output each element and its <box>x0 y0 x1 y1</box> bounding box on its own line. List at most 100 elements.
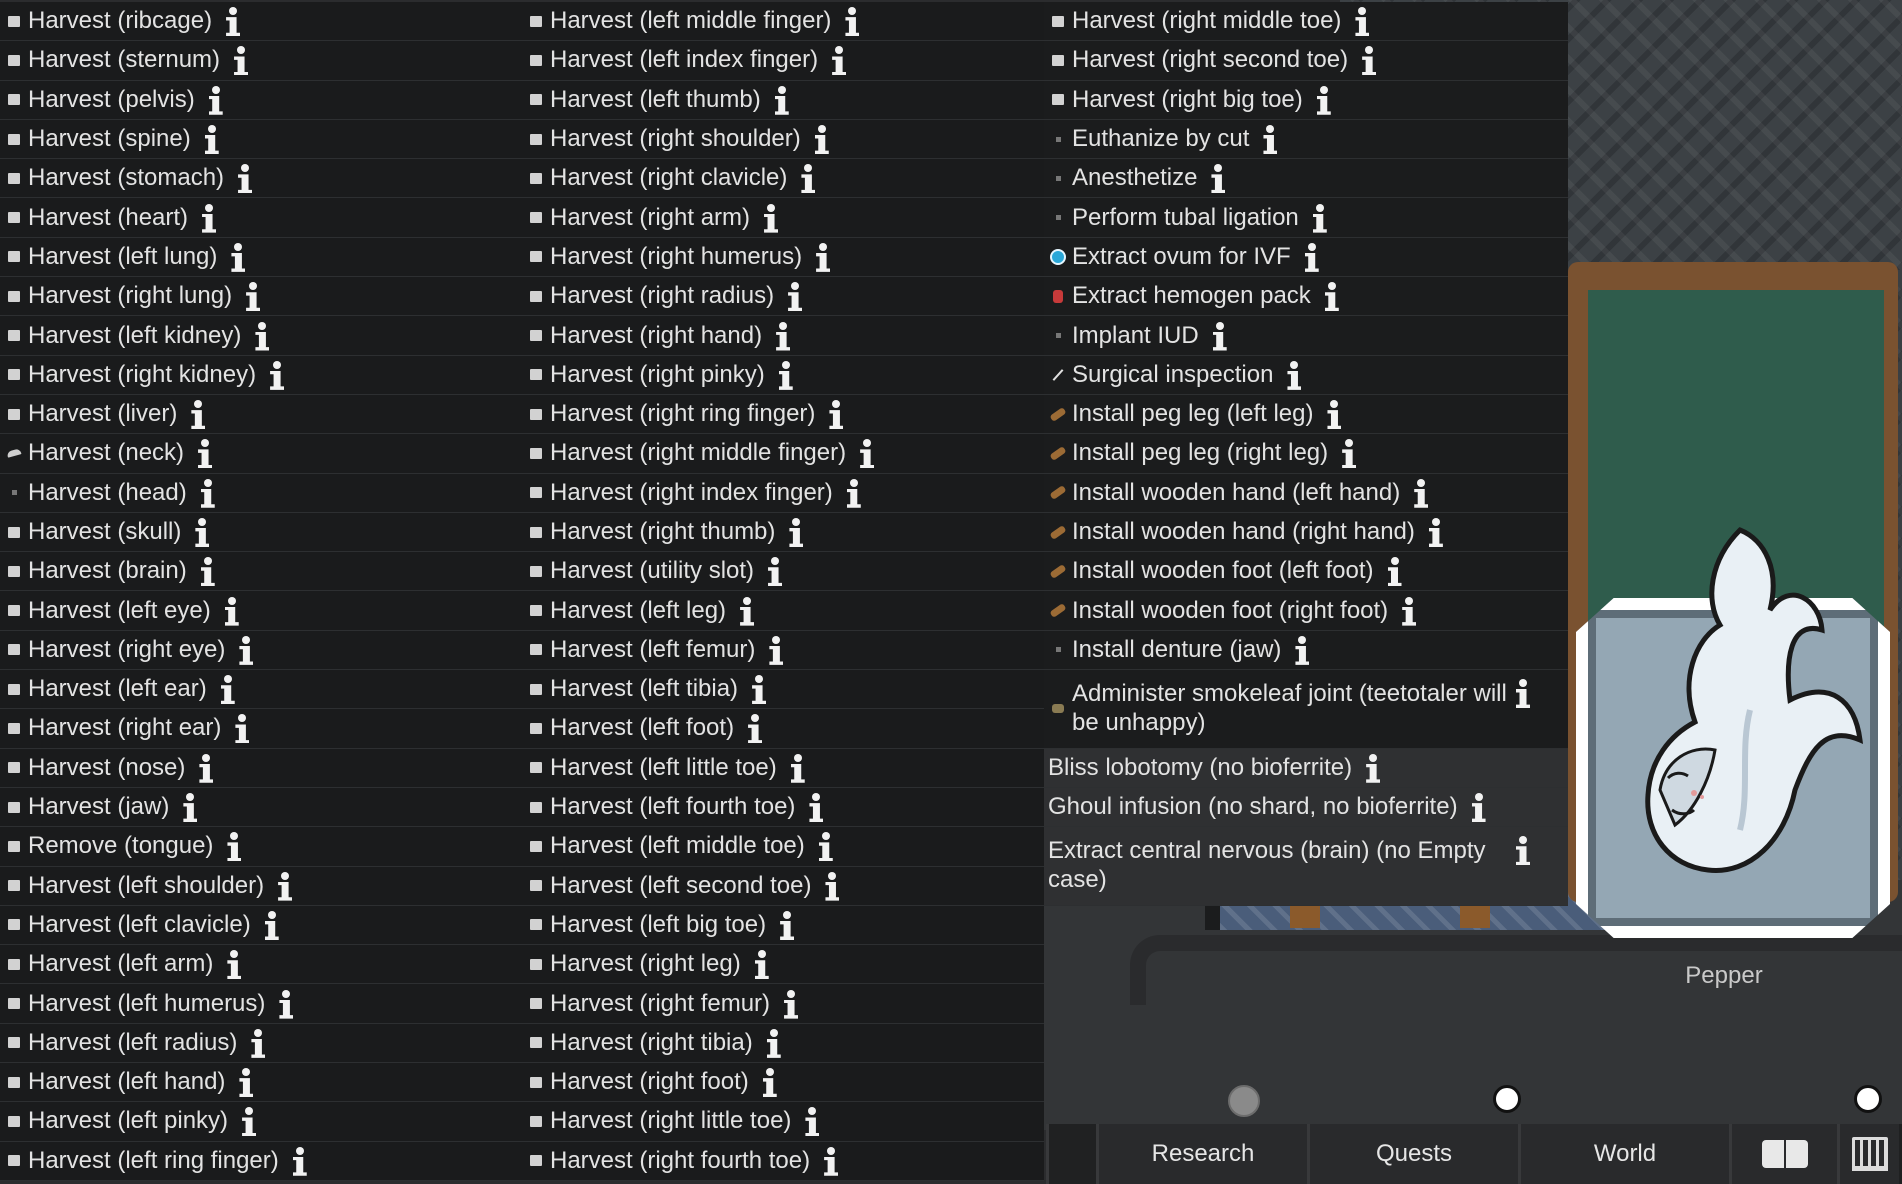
surgery-option[interactable]: Harvest (nose) <box>0 748 522 788</box>
info-icon[interactable] <box>251 1028 265 1058</box>
surgery-option[interactable]: Harvest (brain) <box>0 552 522 592</box>
surgery-option[interactable]: Harvest (right leg) <box>522 945 1044 985</box>
info-icon[interactable] <box>779 360 793 390</box>
info-icon[interactable] <box>201 478 215 508</box>
info-icon[interactable] <box>209 85 223 115</box>
info-icon[interactable] <box>195 517 209 547</box>
info-icon[interactable] <box>816 242 830 272</box>
surgery-option[interactable]: Ghoul infusion (no shard, no bioferrite) <box>1044 787 1568 828</box>
info-icon[interactable] <box>1429 517 1443 547</box>
info-icon[interactable] <box>824 1146 838 1176</box>
info-icon[interactable] <box>1472 792 1486 822</box>
surgery-option[interactable]: Harvest (right second toe) <box>1044 41 1568 81</box>
info-icon[interactable] <box>225 596 239 626</box>
tab-world[interactable]: World <box>1518 1124 1729 1184</box>
info-icon[interactable] <box>789 517 803 547</box>
surgery-option[interactable]: Harvest (spine) <box>0 119 522 160</box>
info-icon[interactable] <box>255 321 269 351</box>
surgery-option[interactable]: Install wooden hand (left hand) <box>1044 473 1568 513</box>
info-icon[interactable] <box>270 360 284 390</box>
surgery-option[interactable]: Harvest (left lung) <box>0 237 522 278</box>
surgery-option[interactable]: Install wooden foot (right foot) <box>1044 591 1568 631</box>
info-icon[interactable] <box>776 321 790 351</box>
info-icon[interactable] <box>205 124 219 154</box>
surgery-option[interactable]: Harvest (right middle toe) <box>1044 2 1568 42</box>
info-icon[interactable] <box>293 1146 307 1176</box>
surgery-option[interactable]: Harvest (left kidney) <box>0 316 522 356</box>
surgery-option[interactable]: Harvest (left femur) <box>522 630 1044 671</box>
surgery-option[interactable]: Harvest (right humerus) <box>522 237 1044 278</box>
surgery-option[interactable]: Implant IUD <box>1044 316 1568 356</box>
info-icon[interactable] <box>221 674 235 704</box>
surgery-option[interactable]: Harvest (right thumb) <box>522 512 1044 553</box>
info-icon[interactable] <box>764 203 778 233</box>
surgery-option[interactable]: Extract ovum for IVF <box>1044 237 1568 278</box>
info-icon[interactable] <box>246 281 260 311</box>
surgery-option[interactable]: Harvest (left humerus) <box>0 984 522 1024</box>
surgery-option[interactable]: Harvest (right arm) <box>522 198 1044 238</box>
surgery-option[interactable]: Harvest (left fourth toe) <box>522 787 1044 828</box>
info-icon[interactable] <box>1295 635 1309 665</box>
surgery-option[interactable]: Install wooden hand (right hand) <box>1044 512 1568 553</box>
info-icon[interactable] <box>1414 478 1428 508</box>
info-icon[interactable] <box>1516 678 1530 708</box>
info-icon[interactable] <box>860 438 874 468</box>
info-icon[interactable] <box>791 753 805 783</box>
surgery-option[interactable]: Extract hemogen pack <box>1044 277 1568 317</box>
info-icon[interactable] <box>235 713 249 743</box>
surgery-option[interactable]: Perform tubal ligation <box>1044 198 1568 238</box>
surgery-option[interactable]: Harvest (heart) <box>0 198 522 238</box>
info-icon[interactable] <box>201 556 215 586</box>
surgery-option[interactable]: Harvest (right big toe) <box>1044 80 1568 120</box>
surgery-option[interactable]: Install peg leg (right leg) <box>1044 434 1568 474</box>
surgery-option[interactable]: Harvest (skull) <box>0 512 522 553</box>
info-icon[interactable] <box>265 910 279 940</box>
info-icon[interactable] <box>788 281 802 311</box>
info-icon[interactable] <box>234 45 248 75</box>
surgery-option[interactable]: Harvest (left big toe) <box>522 905 1044 946</box>
surgery-option[interactable]: Harvest (right tibia) <box>522 1023 1044 1064</box>
info-icon[interactable] <box>847 478 861 508</box>
info-icon[interactable] <box>819 831 833 861</box>
info-icon[interactable] <box>1388 556 1402 586</box>
info-icon[interactable] <box>768 556 782 586</box>
info-icon[interactable] <box>1287 360 1301 390</box>
info-icon[interactable] <box>238 163 252 193</box>
info-icon[interactable] <box>815 124 829 154</box>
surgery-option[interactable]: Euthanize by cut <box>1044 119 1568 160</box>
tab-partial[interactable] <box>1046 1124 1096 1184</box>
info-icon[interactable] <box>198 438 212 468</box>
info-icon[interactable] <box>1366 753 1380 783</box>
info-icon[interactable] <box>775 85 789 115</box>
info-icon[interactable] <box>740 596 754 626</box>
surgery-option[interactable]: Harvest (right ring finger) <box>522 394 1044 435</box>
colonist-dot[interactable] <box>1493 1085 1521 1113</box>
info-icon[interactable] <box>202 203 216 233</box>
info-icon[interactable] <box>784 989 798 1019</box>
info-icon[interactable] <box>183 792 197 822</box>
surgery-option[interactable]: Harvest (right middle finger) <box>522 434 1044 474</box>
info-icon[interactable] <box>227 831 241 861</box>
info-icon[interactable] <box>1355 6 1369 36</box>
surgery-option[interactable]: Harvest (right clavicle) <box>522 159 1044 199</box>
tab-quests[interactable]: Quests <box>1307 1124 1518 1184</box>
surgery-option[interactable]: Bliss lobotomy (no bioferrite) <box>1044 748 1568 788</box>
surgery-option[interactable]: Harvest (pelvis) <box>0 80 522 120</box>
surgery-option[interactable]: Surgical inspection <box>1044 355 1568 395</box>
surgery-option[interactable]: Harvest (right lung) <box>0 277 522 317</box>
surgery-option[interactable]: Harvest (right eye) <box>0 630 522 671</box>
surgery-option[interactable]: Harvest (stomach) <box>0 159 522 199</box>
surgery-option[interactable]: Harvest (left tibia) <box>522 670 1044 710</box>
surgery-option[interactable]: Harvest (right femur) <box>522 984 1044 1024</box>
info-icon[interactable] <box>767 1028 781 1058</box>
surgery-option[interactable]: Extract central nervous (brain) (no Empt… <box>1044 827 1568 906</box>
surgery-option[interactable]: Harvest (right pinky) <box>522 355 1044 395</box>
surgery-option[interactable]: Harvest (right kidney) <box>0 355 522 395</box>
surgery-option[interactable]: Harvest (liver) <box>0 394 522 435</box>
info-icon[interactable] <box>752 674 766 704</box>
info-icon[interactable] <box>829 399 843 429</box>
colonist-dot[interactable] <box>1854 1085 1882 1113</box>
surgery-option[interactable]: Harvest (left little toe) <box>522 748 1044 788</box>
info-icon[interactable] <box>191 399 205 429</box>
info-icon[interactable] <box>1402 596 1416 626</box>
